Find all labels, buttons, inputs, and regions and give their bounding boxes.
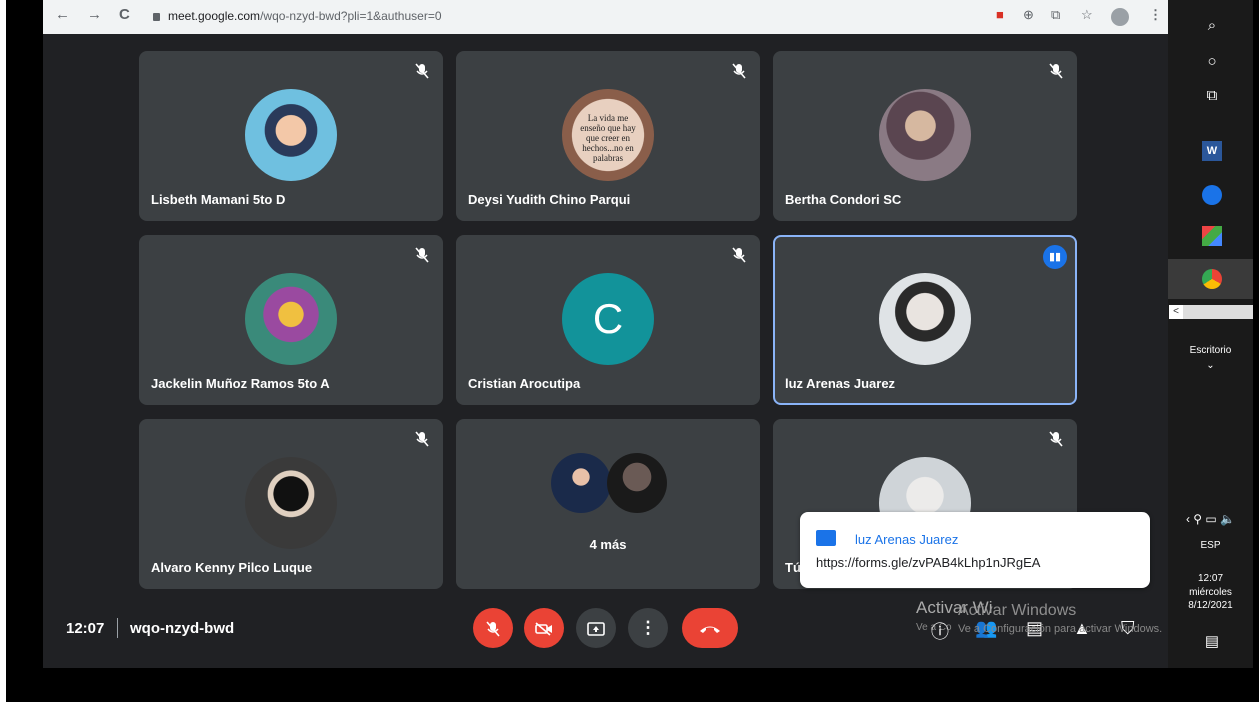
browser-app-icon[interactable] xyxy=(1202,185,1222,205)
profile-avatar[interactable] xyxy=(1111,8,1129,26)
participant-avatar: La vida me enseño que hay que creer en h… xyxy=(562,89,654,181)
mic-muted-icon xyxy=(415,247,429,263)
present-screen-icon xyxy=(587,621,605,636)
input-language[interactable]: ESP xyxy=(1168,540,1253,551)
leave-call-button[interactable] xyxy=(682,608,738,648)
screen: ← → C meet.google.com/wqo-nzyd-bwd?pli=1… xyxy=(6,0,1259,702)
participant-tile[interactable]: Jackelin Muñoz Ramos 5to A xyxy=(139,235,443,405)
participant-tile[interactable]: La vida me enseño que hay que creer en h… xyxy=(456,51,760,221)
url-field[interactable]: meet.google.com/wqo-nzyd-bwd?pli=1&authu… xyxy=(153,4,1023,28)
mic-muted-icon xyxy=(415,63,429,79)
hang-up-icon xyxy=(700,626,720,633)
search-icon[interactable]: ⌕ xyxy=(1202,16,1222,36)
participant-name: luz Arenas Juarez xyxy=(785,376,896,391)
forward-button[interactable]: → xyxy=(87,6,102,23)
mic-off-button[interactable] xyxy=(473,608,513,648)
self-name: Tú xyxy=(785,560,801,575)
clock-day: miércoles xyxy=(1189,587,1232,598)
participant-avatar xyxy=(607,453,667,513)
photos-icon[interactable] xyxy=(1202,226,1222,246)
participant-avatar xyxy=(879,89,971,181)
scroll-left-icon[interactable]: < xyxy=(1169,305,1183,319)
cortana-icon[interactable]: ○ xyxy=(1202,52,1222,72)
taskbar-scrollbar[interactable]: < xyxy=(1169,305,1253,319)
participant-name: Cristian Arocutipa xyxy=(468,376,581,391)
mic-off-icon xyxy=(486,620,500,637)
star-icon[interactable]: ☆ xyxy=(1081,7,1093,23)
participant-name: Lisbeth Mamani 5to D xyxy=(151,192,286,207)
browser-window: ← → C meet.google.com/wqo-nzyd-bwd?pli=1… xyxy=(43,0,1173,668)
participant-name: Deysi Yudith Chino Parqui xyxy=(468,192,631,207)
participant-tile[interactable]: C Cristian Arocutipa xyxy=(456,235,760,405)
mic-muted-icon xyxy=(415,431,429,447)
mic-muted-icon xyxy=(732,63,746,79)
camera-off-icon xyxy=(535,621,552,636)
back-button[interactable]: ← xyxy=(55,6,70,23)
participant-tile-speaking[interactable]: ▮▮ luz Arenas Juarez xyxy=(773,235,1077,405)
participant-initial-avatar: C xyxy=(562,273,654,365)
info-button[interactable]: ⓘ xyxy=(931,618,949,644)
participant-avatar xyxy=(551,453,611,513)
menu-icon[interactable]: ⋮ xyxy=(1149,7,1162,23)
notifications-icon[interactable]: ▤ xyxy=(1202,632,1222,652)
chat-message-icon xyxy=(816,530,836,546)
lock-icon xyxy=(153,12,160,21)
avatar-quote-text: La vida me enseño que hay que creer en h… xyxy=(580,113,636,163)
more-options-button[interactable]: ⋮ xyxy=(628,608,668,648)
participant-avatar xyxy=(245,89,337,181)
address-bar: ← → C meet.google.com/wqo-nzyd-bwd?pli=1… xyxy=(43,0,1173,34)
clock-time[interactable]: 12:07 xyxy=(1168,573,1253,584)
windows-activation-watermark-title: Activar Windows xyxy=(958,602,1077,619)
url-path: /wqo-nzyd-bwd?pli=1&authuser=0 xyxy=(260,9,442,23)
info-icon: ⓘ xyxy=(931,622,949,642)
participant-name: Alvaro Kenny Pilco Luque xyxy=(151,560,313,575)
system-tray-icons[interactable]: ‹ ⚲ ▭ 🔈 xyxy=(1168,512,1253,526)
windows-activation-watermark-subtitle: Ve a Configuración para activar Windows. xyxy=(958,623,1163,635)
task-view-icon[interactable]: ⧉ xyxy=(1202,86,1222,106)
participant-avatar xyxy=(245,457,337,549)
extension-icon[interactable]: ■ xyxy=(996,7,1004,22)
chat-notification[interactable]: luz Arenas Juarez https://forms.gle/zvPA… xyxy=(800,512,1150,588)
zoom-icon[interactable]: ⊕ xyxy=(1023,7,1034,23)
windows-taskbar: ⌕ ○ ⧉ W < Escritorio ⌄ ‹ ⚲ ▭ 🔈 ESP 12:07… xyxy=(1168,0,1253,668)
more-vert-icon: ⋮ xyxy=(639,618,657,637)
notification-message[interactable]: https://forms.gle/zvPAB4kLhp1nJRgEA xyxy=(816,555,1040,570)
more-participants-count: 4 más xyxy=(589,537,627,552)
participant-avatar xyxy=(879,273,971,365)
reload-button[interactable]: C xyxy=(119,6,130,23)
mic-muted-icon xyxy=(1049,431,1063,447)
url-host: meet.google.com xyxy=(168,9,261,23)
speaking-indicator-icon: ▮▮ xyxy=(1043,245,1067,269)
participant-tile[interactable]: Alvaro Kenny Pilco Luque xyxy=(139,419,443,589)
meeting-code: wqo-nzyd-bwd xyxy=(130,620,235,637)
notification-sender: luz Arenas Juarez xyxy=(855,532,959,547)
desktop-label[interactable]: Escritorio xyxy=(1168,345,1253,356)
more-participants-tile[interactable]: 4 más xyxy=(456,419,760,589)
camera-off-button[interactable] xyxy=(524,608,564,648)
participant-tile[interactable]: Lisbeth Mamani 5to D xyxy=(139,51,443,221)
mic-muted-icon xyxy=(732,247,746,263)
cast-icon[interactable]: ⧉ xyxy=(1051,7,1060,23)
divider xyxy=(117,618,118,638)
present-button[interactable] xyxy=(576,608,616,648)
participant-name: Jackelin Muñoz Ramos 5to A xyxy=(151,376,330,391)
desktop-chevron-icon[interactable]: ⌄ xyxy=(1168,360,1253,371)
chrome-icon[interactable] xyxy=(1202,269,1222,289)
mic-muted-icon xyxy=(1049,63,1063,79)
clock-date: 8/12/2021 xyxy=(1188,600,1233,611)
participant-avatar xyxy=(245,273,337,365)
participant-name: Bertha Condori SC xyxy=(785,192,902,207)
meeting-time: 12:07 xyxy=(66,620,105,637)
word-icon[interactable]: W xyxy=(1202,141,1222,161)
participant-tile[interactable]: Bertha Condori SC xyxy=(773,51,1077,221)
